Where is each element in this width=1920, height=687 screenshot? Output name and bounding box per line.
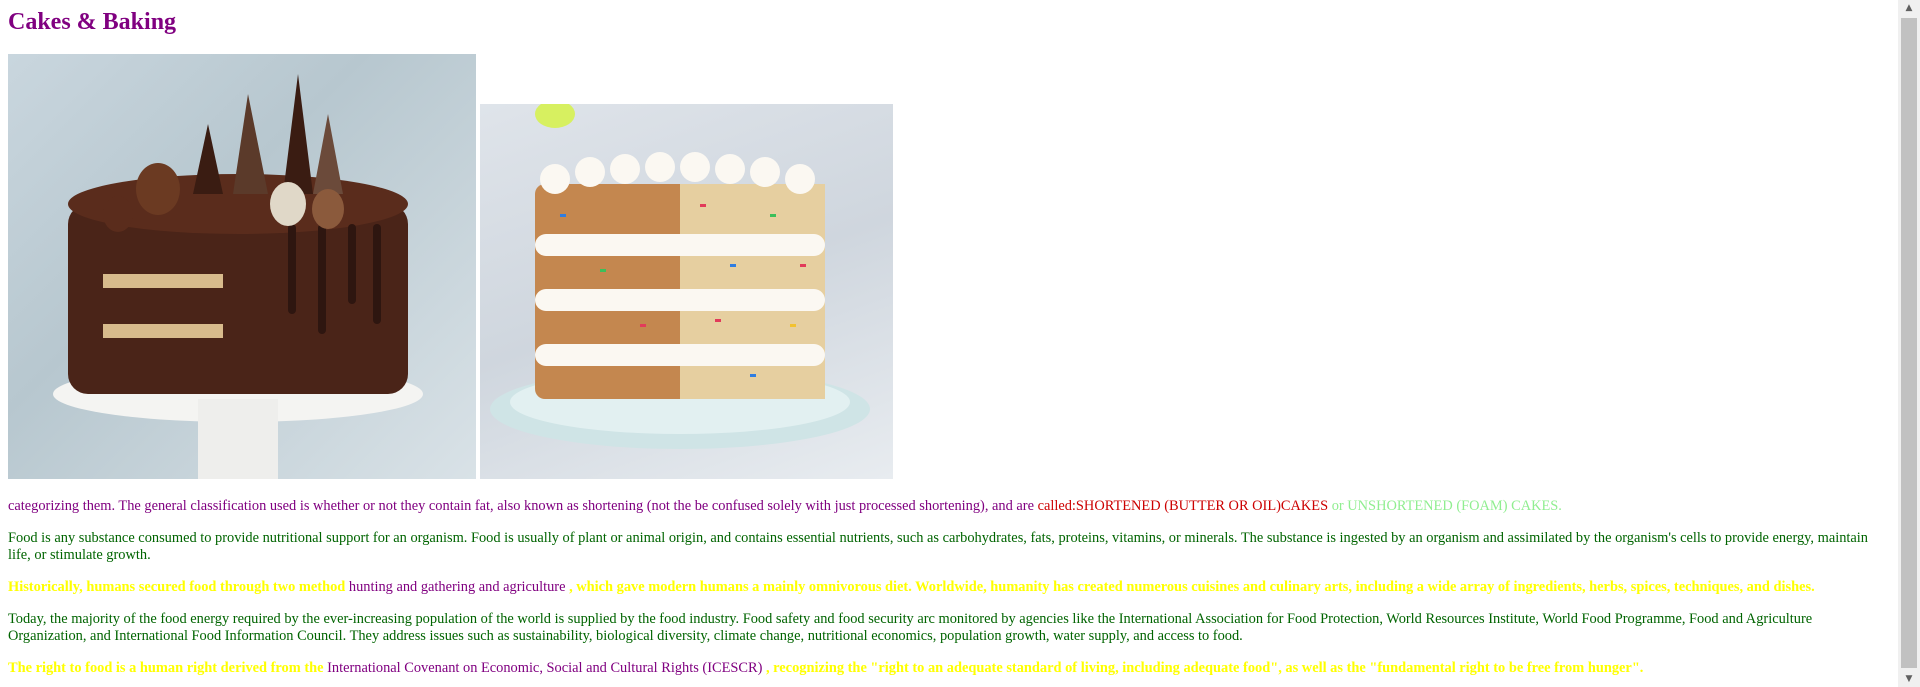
hunting-gathering-text: hunting and gathering and agriculture: [348, 579, 566, 595]
paragraph-5-text-a: The right to food is a human right deriv…: [8, 660, 328, 676]
triangle-up-icon[interactable]: ▲: [1898, 0, 1920, 16]
vertical-scrollbar[interactable]: ▲ ▼: [1898, 0, 1920, 687]
page-title: Cakes & Baking: [8, 9, 177, 35]
unshortened-cakes-text: or UNSHORTENED (FOAM) CAKES.: [1328, 498, 1562, 514]
triangle-down-icon[interactable]: ▼: [1898, 671, 1920, 687]
paragraph-3-text-b: , which gave modern humans a mainly omni…: [565, 579, 1815, 595]
paragraph-food-industry: Today, the majority of the food energy r…: [8, 611, 1813, 644]
paragraph-right-to-food: The right to food is a human right deriv…: [8, 660, 1890, 677]
chocolate-cake-illustration: [53, 74, 423, 479]
scrollbar-thumb[interactable]: [1901, 18, 1917, 668]
paragraph-5-text-b: , recognizing the "right to an adequate …: [762, 660, 1644, 676]
paragraph-food-history: Historically, humans secured food throug…: [8, 579, 1890, 596]
paragraph-cake-classification: categorizing them. The general classific…: [8, 498, 1890, 515]
paragraph-3-text-a: Historically, humans secured food throug…: [8, 579, 349, 595]
chocolate-cake-image: [8, 54, 476, 479]
image-row: [8, 54, 1890, 479]
icescr-text: International Covenant on Economic, Soci…: [327, 660, 763, 676]
paragraph-food-definition: Food is any substance consumed to provid…: [8, 530, 1868, 563]
page: Cakes & Baking categorizing them. The ge…: [0, 0, 1898, 687]
funfetti-cake-image: [480, 104, 893, 479]
paragraph-1-text: categorizing them. The general classific…: [8, 498, 1038, 514]
funfetti-cake-illustration: [490, 104, 870, 449]
shortened-cakes-text: called:SHORTENED (BUTTER OR OIL)CAKES: [1037, 498, 1329, 514]
